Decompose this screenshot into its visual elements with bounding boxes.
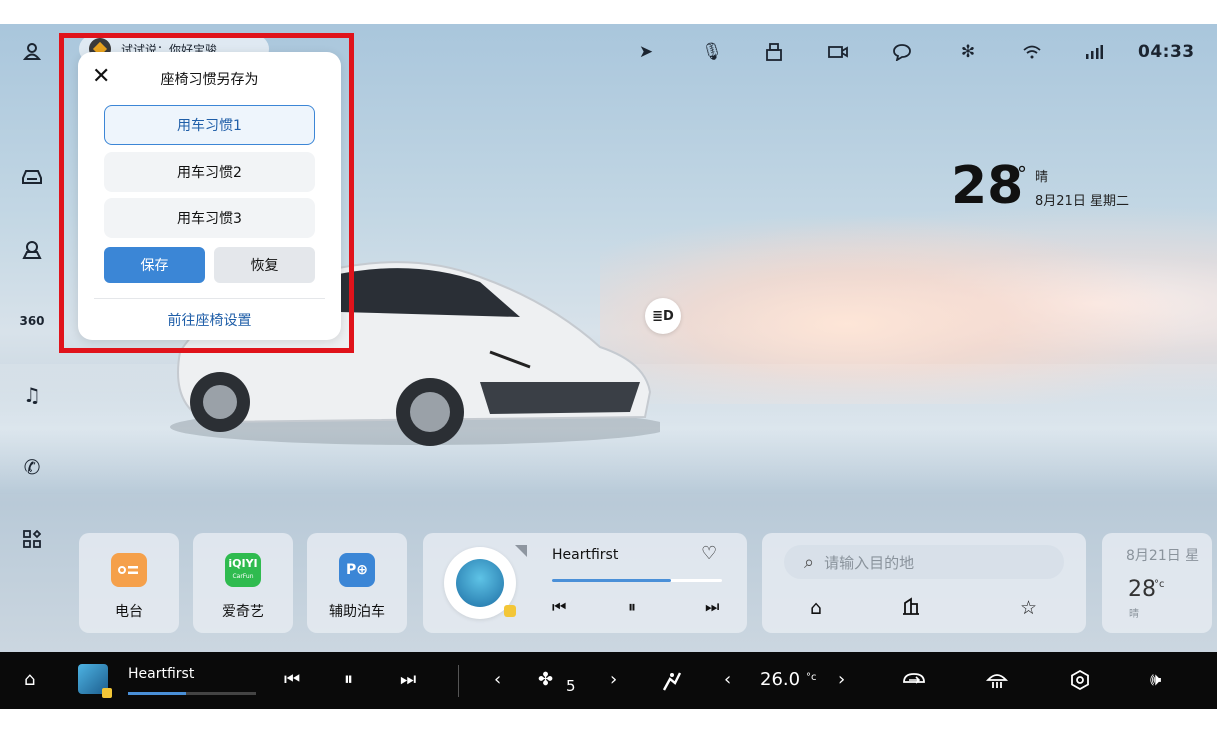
next-track-icon[interactable]: ⏭ <box>705 597 719 617</box>
location-arrow-icon[interactable]: ➤ <box>634 40 658 64</box>
corner-indicator-icon <box>515 545 527 557</box>
weather-date: 8月21日 星期二 <box>1035 194 1129 209</box>
app-iqiyi[interactable]: iQIYI CarFun 爱奇艺 <box>193 533 293 633</box>
weather-card-temp: 28 <box>1128 577 1156 602</box>
home-destination-icon[interactable]: ⌂ <box>810 597 822 619</box>
bottom-dock: ⌂ Heartfirst ⏮ ⏸ ⏭ ‹ ✤ 5 › ‹ 26.0 °c › 🕪 <box>0 652 1217 709</box>
temperature-unit: °c <box>806 672 817 683</box>
dock-progress-fill <box>128 692 186 695</box>
radio-icon <box>111 553 147 587</box>
music-progress-fill <box>552 579 671 582</box>
dock-separator <box>458 665 459 697</box>
dock-pause-icon[interactable]: ⏸ <box>344 670 353 690</box>
car-control-icon[interactable] <box>17 162 47 192</box>
iqiyi-icon-text: iQIYI <box>228 557 258 570</box>
airflow-direction-icon[interactable] <box>660 670 682 697</box>
dashcam-icon[interactable] <box>826 40 850 64</box>
album-disc[interactable] <box>444 547 516 619</box>
dock-previous-track-icon[interactable]: ⏮ <box>284 670 300 690</box>
music-source-badge-icon <box>504 605 516 617</box>
signal-strength-icon <box>1082 40 1106 64</box>
wifi-icon[interactable] <box>1020 40 1044 64</box>
music-song-title: Heartfirst <box>552 547 619 563</box>
left-sidebar: 360 ♫ ✆ <box>0 24 62 652</box>
settings-hex-icon[interactable] <box>1070 669 1090 695</box>
temperature-decrease-icon[interactable]: ‹ <box>724 670 731 690</box>
dock-next-track-icon[interactable]: ⏭ <box>400 670 416 690</box>
search-placeholder: 请输入目的地 <box>824 553 915 572</box>
bluetooth-icon[interactable]: ✻ <box>956 40 980 64</box>
music-icon[interactable]: ♫ <box>17 380 47 410</box>
company-destination-icon[interactable] <box>902 597 920 620</box>
previous-track-icon[interactable]: ⏮ <box>552 597 566 617</box>
clock: 04:33 <box>1138 42 1195 62</box>
pause-icon[interactable]: ⏸ <box>628 597 636 617</box>
iqiyi-icon: iQIYI CarFun <box>225 553 261 587</box>
usb-icon[interactable] <box>762 40 786 64</box>
defrost-icon[interactable] <box>985 670 1009 695</box>
home-icon[interactable]: ⌂ <box>24 670 35 690</box>
app-parking-assist[interactable]: P⊕ 辅助泊车 <box>307 533 407 633</box>
weather-card-unit: °c <box>1154 579 1165 590</box>
fan-level: 5 <box>566 677 576 695</box>
air-circulation-icon[interactable] <box>902 670 926 693</box>
weather-card[interactable]: 8月21日 星 28 °c 晴 <box>1102 533 1212 633</box>
user-icon[interactable] <box>17 36 47 66</box>
app-radio-label: 电台 <box>115 604 143 620</box>
dock-music-source-badge-icon <box>102 688 112 698</box>
cabin-temperature: 26.0 <box>760 669 801 690</box>
fan-increase-icon[interactable]: › <box>610 670 617 690</box>
search-icon: ⌕ <box>804 551 815 573</box>
headlight-button[interactable]: ≣D <box>645 298 681 334</box>
apps-grid-icon[interactable] <box>17 524 47 554</box>
weather-temperature: 28 <box>951 156 1024 216</box>
iqiyi-icon-subtext: CarFun <box>232 573 254 580</box>
parking-icon: P⊕ <box>339 553 375 587</box>
weather-card-date: 8月21日 星 <box>1126 548 1200 564</box>
navigation-icon[interactable] <box>17 234 47 264</box>
destination-search[interactable]: ⌕ 请输入目的地 <box>784 545 1064 579</box>
message-icon[interactable] <box>890 40 914 64</box>
phone-icon[interactable]: ✆ <box>17 452 47 482</box>
app-parking-label: 辅助泊车 <box>329 604 385 620</box>
weather-card-condition: 晴 <box>1129 609 1139 620</box>
surround-view-360-icon[interactable]: 360 <box>17 306 47 336</box>
music-progress-bar[interactable] <box>552 579 722 582</box>
dock-song-title: Heartfirst <box>128 666 195 682</box>
app-radio[interactable]: 电台 <box>79 533 179 633</box>
dock-progress-bar[interactable] <box>128 692 256 695</box>
volume-icon[interactable]: 🕪 <box>1150 670 1161 690</box>
weather-condition: 晴 <box>1035 170 1049 185</box>
microphone-icon[interactable]: 🎙 <box>700 40 724 64</box>
fan-icon[interactable]: ✤ <box>538 670 553 690</box>
favorites-star-icon[interactable]: ☆ <box>1020 597 1037 619</box>
weather-degree-symbol: ° <box>1017 162 1027 186</box>
navigation-card: ⌕ 请输入目的地 ⌂ ☆ <box>762 533 1086 633</box>
fan-decrease-icon[interactable]: ‹ <box>494 670 501 690</box>
temperature-increase-icon[interactable]: › <box>838 670 845 690</box>
favorite-heart-icon[interactable]: ♡ <box>701 543 717 564</box>
highlight-outline <box>59 33 354 353</box>
app-iqiyi-label: 爱奇艺 <box>222 604 264 620</box>
album-art <box>456 559 504 607</box>
music-card[interactable]: Heartfirst ♡ ⏮ ⏸ ⏭ <box>423 533 747 633</box>
